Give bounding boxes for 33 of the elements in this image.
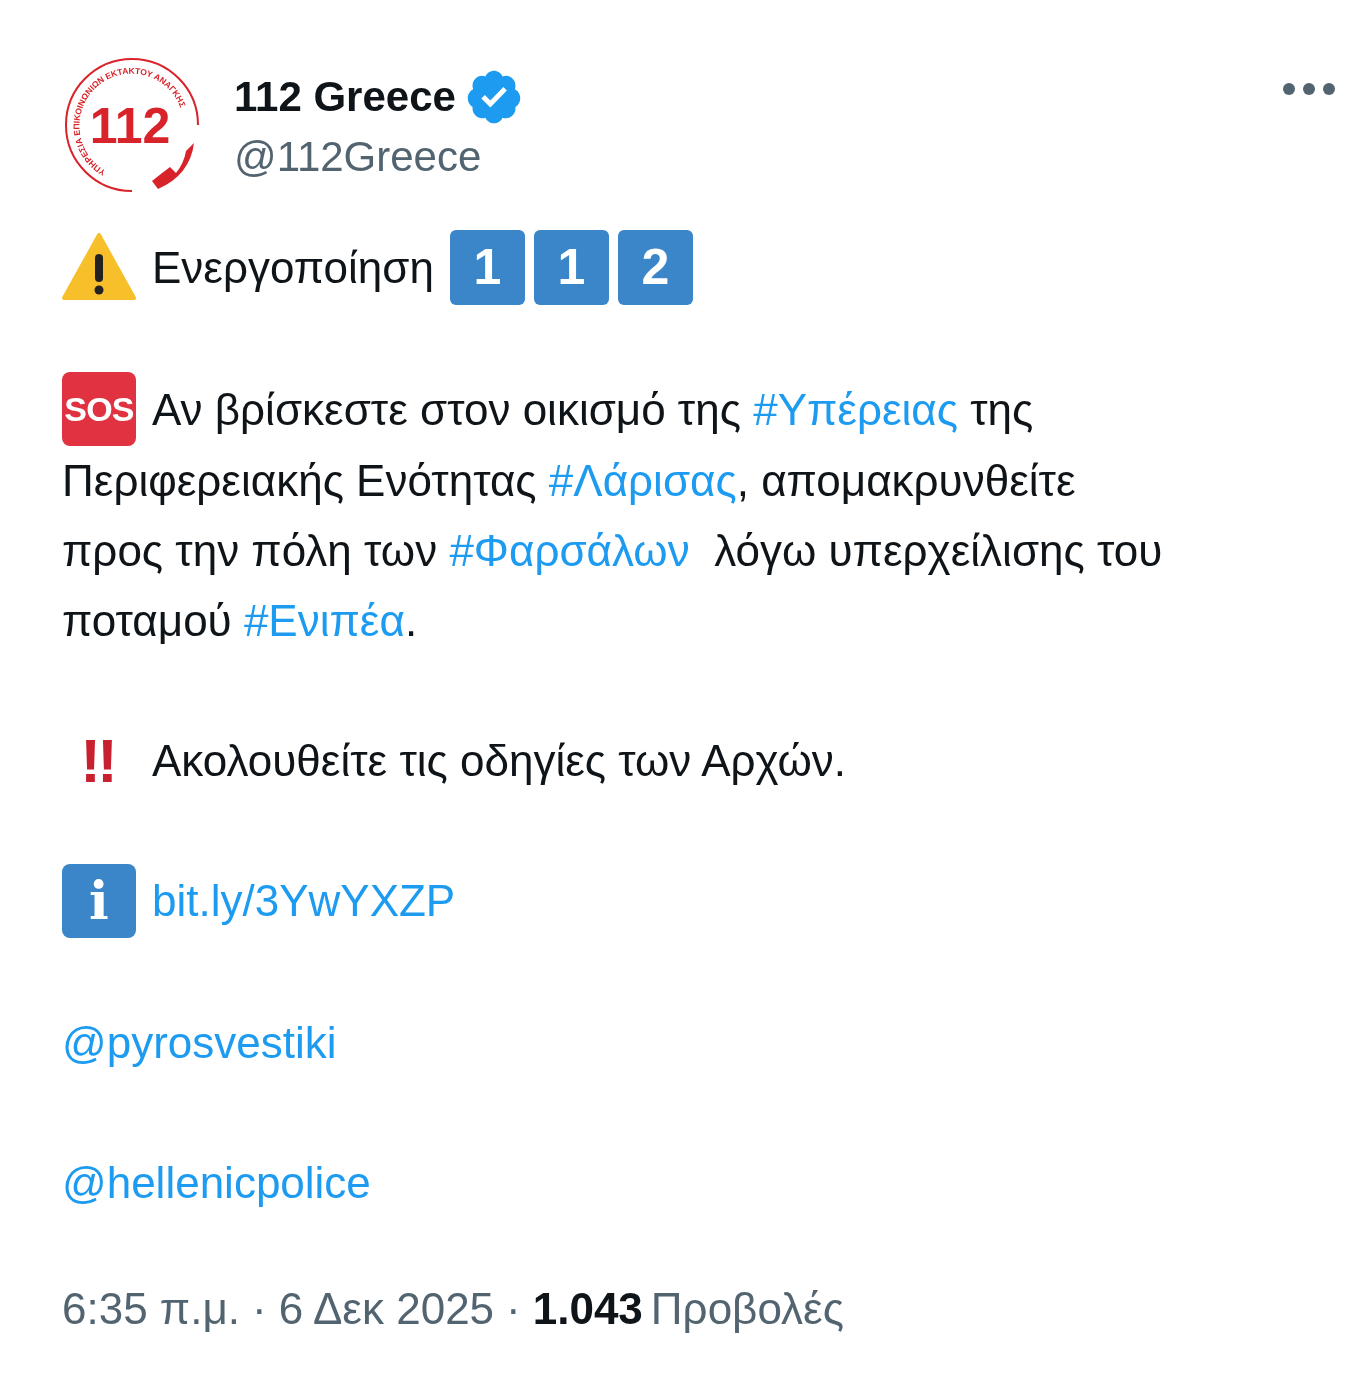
- sos-badge: SOS: [62, 372, 136, 447]
- more-options-icon[interactable]: [1281, 81, 1337, 97]
- tweet-text: Ακολουθείτε τις οδηγίες των Αρχών.: [152, 736, 846, 786]
- keycap-digit: 2: [617, 229, 693, 305]
- tweet-text: Ενεργοποίηση: [152, 243, 434, 292]
- separator-dot: ·: [506, 1282, 521, 1335]
- warning-icon: [62, 232, 136, 303]
- keycap-digit: 1: [449, 229, 525, 305]
- separator-dot: ·: [252, 1282, 267, 1335]
- views-label: Προβολές: [650, 1282, 844, 1335]
- tweet-link[interactable]: @pyrosvestiki: [62, 1017, 337, 1067]
- account-handle[interactable]: @112Greece: [234, 131, 524, 184]
- tweet-text: προς την πόλη των: [62, 526, 439, 576]
- tweet-link[interactable]: @hellenicpolice: [62, 1157, 371, 1207]
- tweet-link[interactable]: bit.ly/3YwYXZP: [152, 876, 456, 926]
- tweet-text: λόγω υπερχείλισης του: [713, 526, 1163, 576]
- tweet-text: Περιφερειακής Ενότητας: [62, 456, 538, 506]
- tweet-text: .: [404, 596, 418, 646]
- keycap-digit: 1: [533, 229, 609, 305]
- post-date[interactable]: 6 Δεκ 2025: [278, 1275, 495, 1342]
- tweet-link[interactable]: #Φαρσάλων: [449, 526, 690, 576]
- tweet-text: , απομακρυνθείτε: [736, 456, 1076, 506]
- tweet-text: ποταμού: [62, 596, 233, 646]
- tweet-text: Αν βρίσκεστε στον οικισμό της: [152, 384, 742, 434]
- account-name[interactable]: 112 Greece: [234, 70, 456, 124]
- post-time[interactable]: 6:35 π.μ.: [62, 1275, 241, 1342]
- info-badge: i: [62, 863, 136, 938]
- tweet-text: της: [969, 384, 1034, 434]
- tweet-link[interactable]: #Ενιπέα: [243, 596, 405, 646]
- tweet-link[interactable]: #Λάρισας: [548, 456, 737, 506]
- views-count: 1.043: [532, 1282, 643, 1335]
- tweet-link[interactable]: #Υπέρειας: [753, 384, 958, 434]
- double-exclamation-mark: ‼: [79, 729, 119, 792]
